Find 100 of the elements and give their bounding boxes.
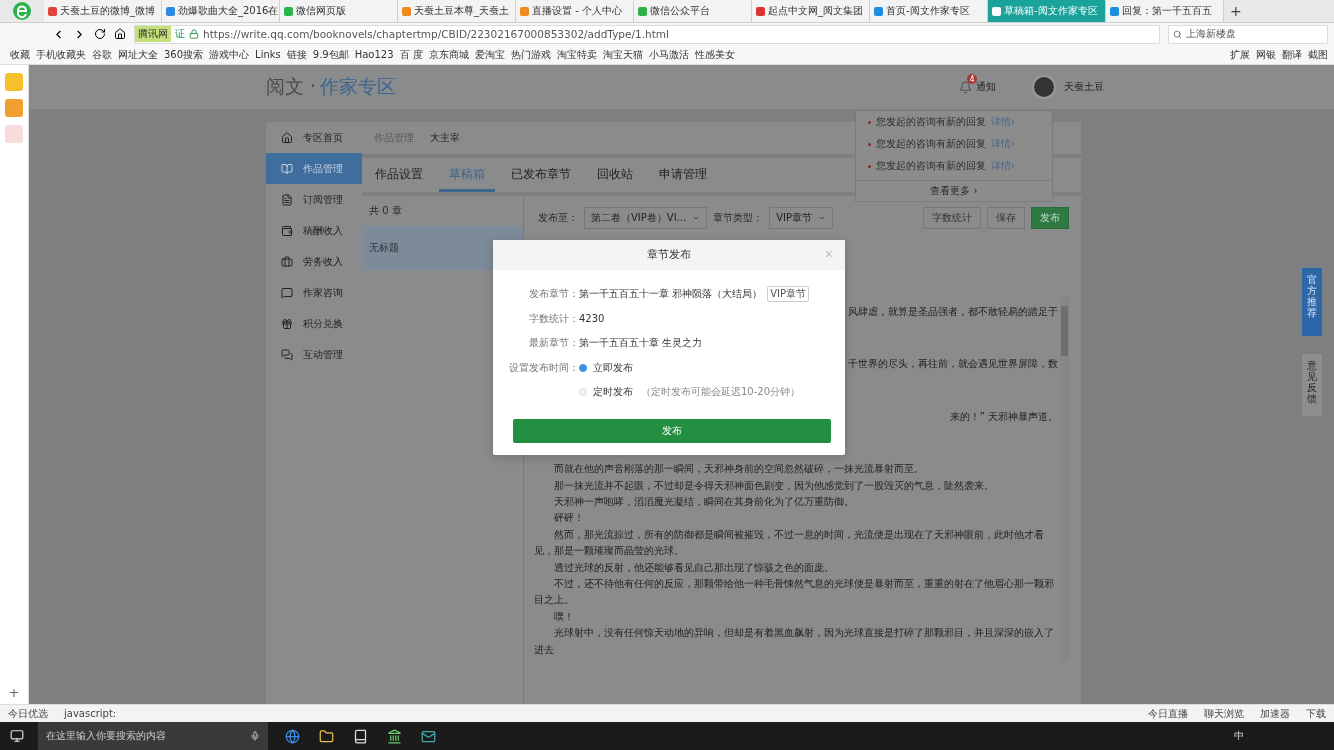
bookmark-link[interactable]: 淘宝天猫 [602, 47, 643, 62]
status-item[interactable]: 下载 [1306, 706, 1326, 721]
tab[interactable]: 回收站 [587, 167, 643, 192]
reload-icon[interactable] [94, 28, 106, 40]
side-tab[interactable]: 官方推荐 [1302, 268, 1322, 336]
browser-tab[interactable]: 首页-阅文作家专区 [870, 0, 988, 22]
option-label[interactable]: 立即发布 [593, 360, 633, 375]
sidebar-item[interactable]: 积分兑换 [266, 308, 362, 339]
user-name[interactable]: 天蚕土豆 [1064, 80, 1104, 94]
field-label: 字数统计： [528, 311, 579, 326]
breadcrumb-item[interactable]: 大主宰 [430, 131, 460, 145]
site-badge: 腾讯网 [135, 26, 171, 42]
bookmark-link[interactable]: 京东商城 [428, 47, 469, 62]
status-item[interactable]: 加速器 [1260, 706, 1290, 721]
chevron-down-icon [818, 214, 826, 222]
taskbar-search-field[interactable]: 在这里输入你要搜索的内容 [38, 722, 268, 750]
chapter-type-select[interactable]: VIP章节 [769, 207, 833, 229]
chevron-down-icon [692, 214, 701, 222]
toolbar-link[interactable]: 翻译 [1282, 47, 1302, 62]
bookmark-link[interactable]: Links [255, 49, 281, 60]
bookmark-link[interactable]: 9.9包邮 [312, 47, 349, 62]
browser-tab[interactable]: 起点中文网_阅文集团 [752, 0, 870, 22]
address-field[interactable]: 腾讯网 证 https://write.qq.com/booknovels/chaptertmp/CBID/22302167000853302/addType/1.html [134, 24, 1160, 44]
sidebar-item[interactable]: 稿酬收入 [266, 215, 362, 246]
bookmark-link[interactable]: 百 度 [399, 47, 423, 62]
field-label: 最新章节： [528, 336, 579, 351]
bookmark-link[interactable]: 手机收藏夹 [36, 47, 86, 62]
sidebar-item[interactable]: 订阅管理 [266, 184, 362, 215]
bookmark-link[interactable]: 链接 [286, 47, 307, 62]
browser-tab[interactable]: 劲爆歌曲大全_2016在 [162, 0, 280, 22]
avatar[interactable] [1032, 75, 1056, 99]
side-tab[interactable]: 意见反馈 [1302, 354, 1322, 416]
option-note: （定时发布可能会延迟10-20分钟） [641, 385, 801, 400]
tab[interactable]: 作品设置 [365, 167, 433, 192]
tab[interactable]: 申请管理 [649, 167, 717, 192]
paragraph: 透过光球的反射，他还能够看见自己那出现了惊骇之色的面庞。 [553, 560, 835, 575]
bookmark-link[interactable]: Hao123 [354, 49, 394, 60]
menu-icon [281, 317, 293, 330]
bookmark-link[interactable]: 小马激活 [648, 47, 689, 62]
lock-icon [189, 29, 199, 39]
toolbar-link[interactable]: 网银 [1256, 47, 1276, 62]
bookmark-link[interactable]: 淘宝特卖 [556, 47, 597, 62]
sidebar-item[interactable]: 互动管理 [266, 339, 362, 370]
view-more-link[interactable]: 查看更多 › [856, 180, 1052, 201]
menu-icon [281, 162, 293, 175]
bookmark-link[interactable]: 性感美女 [694, 47, 735, 62]
sidebar-item[interactable]: 作家咨询 [266, 277, 362, 308]
site-icon [1110, 6, 1119, 16]
tab[interactable]: 已发布章节 [501, 167, 581, 192]
site-icon [520, 6, 529, 16]
bookmark-link[interactable]: 谷歌 [92, 47, 112, 62]
sidebar-item[interactable]: 劳务收入 [266, 246, 362, 277]
option-label[interactable]: 定时发布 [593, 385, 633, 400]
text-line: 千世界的尽头，再往前，就会遇见世界屏障，数 [848, 357, 1058, 372]
browser-tab[interactable]: 微信网页版 [280, 0, 398, 22]
radio-button[interactable] [579, 363, 587, 372]
new-tab-button[interactable]: + [1224, 3, 1248, 19]
home-icon[interactable] [114, 28, 126, 40]
status-item[interactable]: javascript: [64, 708, 117, 719]
publish-button[interactable]: 发布 [513, 418, 831, 443]
site-icon [284, 6, 293, 16]
browser-tab[interactable]: 天蚕土豆的微博_微博 [44, 0, 162, 22]
scrollbar[interactable] [1060, 296, 1069, 662]
chapter-type-label: 章节类型： [713, 211, 764, 225]
bookmark-link[interactable]: 爱淘宝 [474, 47, 505, 62]
toolbar-link[interactable]: 截图 [1308, 47, 1328, 62]
menu-icon [281, 255, 293, 268]
browser-tab[interactable]: 微信公众平台 [634, 0, 752, 22]
sidebar-item[interactable]: 作品管理 [266, 153, 362, 184]
bookmark-link[interactable]: 360搜索 [164, 47, 204, 62]
microphone-icon[interactable] [250, 731, 260, 741]
toolbar-button[interactable]: 发布 [1031, 207, 1069, 229]
search-field[interactable]: 上海新楼盘 [1168, 24, 1328, 44]
search-icon [1173, 29, 1182, 39]
browser-tab[interactable]: 直播设置 - 个人中心 [516, 0, 634, 22]
status-item[interactable]: 今日直播 [1148, 706, 1188, 721]
dialog-title: 章节发布 [647, 248, 691, 262]
bookmark-link[interactable]: 网址大全 [118, 47, 158, 62]
add-button[interactable]: + [8, 685, 20, 700]
site-icon [402, 6, 411, 16]
toolbar-button[interactable]: 保存 [987, 207, 1025, 229]
paragraph: 光球射中，没有任何惊天动地的异响，但却是有着黑血飙射，因为光球直接是打碎了那颗邪目，并且深深的嵌入了进去 [534, 626, 1055, 657]
menu-icon [281, 193, 293, 206]
browser-logo-icon[interactable] [12, 1, 32, 21]
bookmark-link[interactable]: 热门游戏 [510, 47, 551, 62]
toolbar-link[interactable]: 扩展 [1230, 47, 1250, 62]
field-label: 发布章节： [528, 287, 579, 302]
input-method-indicator[interactable]: 中 [1234, 729, 1244, 743]
sidebar-item[interactable]: 专区首页 [266, 122, 362, 153]
browser-tab[interactable]: 天蚕土豆本尊_天蚕土 [398, 0, 516, 22]
status-item[interactable]: 聊天浏览 [1204, 706, 1244, 721]
notification-label[interactable]: 通知 [976, 80, 996, 94]
notification-count: 4 [967, 74, 977, 84]
field-label: 设置发布时间： [508, 360, 579, 375]
field-value: 4230 [579, 313, 605, 325]
browser-tab[interactable]: 回复：第一千五百五 [1106, 0, 1224, 22]
toolbar-button[interactable]: 字数统计 [923, 207, 981, 229]
bookmark-link[interactable]: 游戏中心 [209, 47, 250, 62]
bookmark-link[interactable]: 收藏 [10, 47, 30, 62]
status-item[interactable]: 今日优选 [8, 706, 48, 721]
